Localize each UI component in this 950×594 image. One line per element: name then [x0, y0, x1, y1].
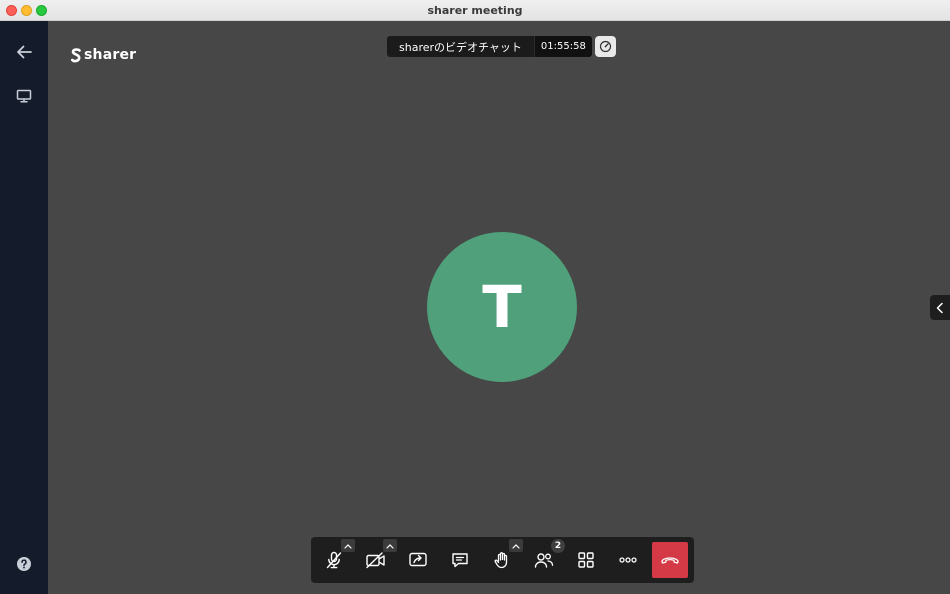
monitor-icon [16, 89, 32, 103]
chevron-up-icon [386, 543, 394, 549]
audio-options-caret[interactable] [341, 539, 355, 552]
sharer-logo: sharer [71, 47, 136, 63]
window-title: sharer meeting [427, 4, 523, 17]
speedometer-icon [599, 40, 611, 53]
screen-button[interactable] [12, 84, 36, 108]
chevron-up-icon [512, 543, 520, 549]
chevron-up-icon [344, 543, 352, 549]
reactions-caret[interactable] [509, 539, 523, 552]
layout-button[interactable] [569, 543, 603, 577]
connection-speed-button[interactable] [594, 36, 616, 57]
more-dots-icon [619, 557, 637, 563]
participant-initial: T [482, 273, 522, 341]
meeting-toolbar: 2 [311, 537, 694, 583]
video-options-caret[interactable] [383, 539, 397, 552]
logo-text: sharer [84, 47, 137, 63]
back-button[interactable] [12, 40, 36, 64]
meeting-info: sharerのビデオチャット 01:55:58 [387, 36, 616, 57]
side-panel-toggle[interactable] [930, 295, 950, 320]
chevron-left-icon [936, 302, 943, 313]
chat-button[interactable] [443, 543, 477, 577]
arrow-left-icon [17, 45, 32, 59]
microphone-off-icon [326, 551, 342, 569]
help-button[interactable] [12, 552, 36, 576]
leave-meeting-button[interactable] [652, 542, 688, 578]
share-screen-icon [409, 552, 427, 567]
participants-count-badge: 2 [551, 539, 565, 553]
meeting-elapsed-time: 01:55:58 [533, 36, 592, 57]
meeting-name: sharerのビデオチャット [387, 36, 534, 57]
window-titlebar: sharer meeting [0, 0, 950, 21]
share-screen-button[interactable] [401, 543, 435, 577]
more-options-button[interactable] [611, 543, 645, 577]
chat-icon [452, 553, 468, 568]
participants-icon [534, 553, 554, 568]
participant-avatar: T [427, 232, 577, 382]
sharer-s-logo-icon [71, 47, 81, 62]
hand-icon [494, 552, 508, 569]
grid-icon [578, 552, 594, 568]
help-circle-icon [17, 557, 31, 571]
camera-off-icon [366, 552, 385, 569]
sidebar [0, 21, 48, 594]
meeting-stage: sharer sharerのビデオチャット 01:55:58 T 2 [48, 21, 950, 594]
phone-hangup-icon [661, 557, 679, 564]
